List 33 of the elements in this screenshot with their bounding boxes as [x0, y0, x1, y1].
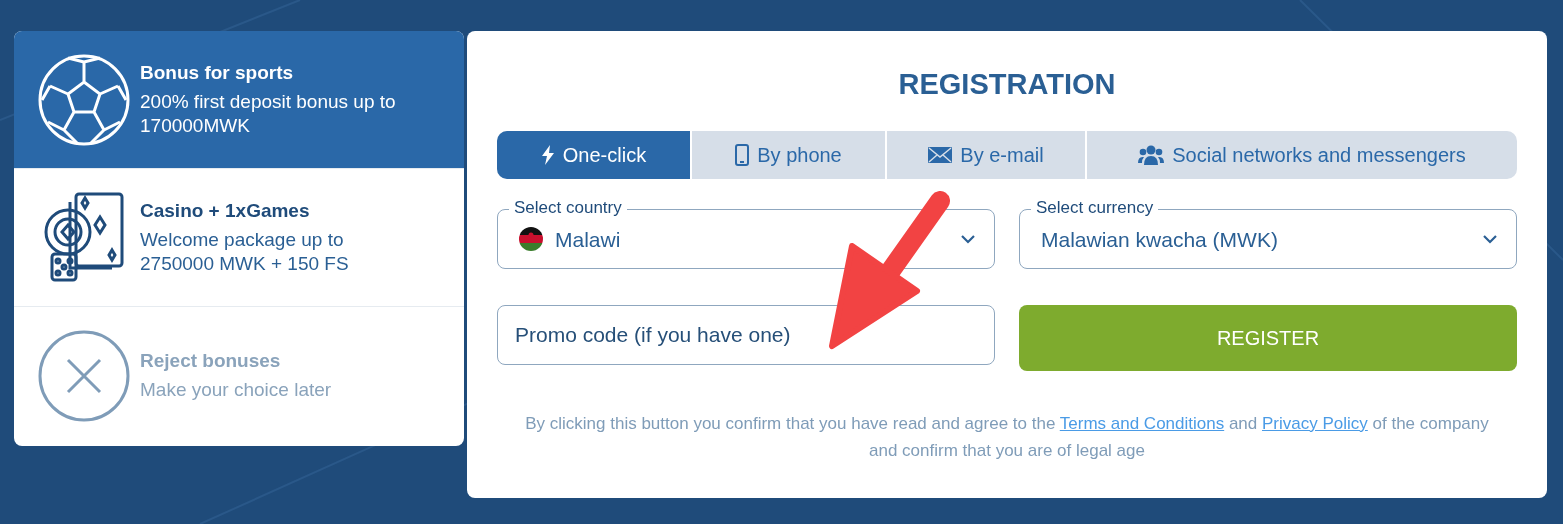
tab[interactable]: One-click [497, 131, 692, 179]
bonus-option[interactable]: Reject bonuses Make your choice later [14, 307, 464, 445]
people-icon [1138, 145, 1165, 165]
tab[interactable]: By e-mail [887, 131, 1087, 179]
phone-icon [735, 144, 750, 166]
close-icon [38, 330, 130, 422]
bonus-description: 200% first deposit bonus up to 170000MWK [140, 89, 397, 138]
chevron-down-icon [1483, 234, 1497, 244]
registration-title: REGISTRATION [897, 67, 1117, 102]
envelope-icon [928, 147, 953, 163]
bonus-description: Make your choice later [140, 378, 332, 402]
legal-link[interactable]: Privacy Policy [1262, 414, 1368, 433]
chevron-down-icon [961, 234, 975, 244]
tab[interactable]: By phone [692, 131, 887, 179]
bonus-option[interactable]: Bonus for sports 200% first deposit bonus up to 170000MWK [14, 31, 464, 169]
legal-notice: By clicking this button you confirm that you have read and agree to the Terms and Conditions and Privacy Policy of the company and confirm that you are of legal age [524, 413, 1490, 462]
bonus-option[interactable]: Casino + 1xGames Welcome package up to 2750000 MWK + 150 FS [14, 169, 464, 307]
bonus-description: Welcome package up to 2750000 MWK + 150 FS [140, 227, 350, 276]
lightning-icon [540, 145, 555, 165]
legal-link[interactable]: Terms and Conditions [1059, 414, 1225, 433]
field-label: Select country [509, 198, 627, 218]
tab[interactable]: Social networks and messengers [1087, 131, 1517, 179]
currency-select[interactable]: Select currency Malawian kwacha (MWK) [1019, 198, 1517, 269]
bonus-title: Reject bonuses [140, 350, 282, 372]
flag-icon [519, 227, 543, 251]
bonus-title: Bonus for sports [140, 61, 295, 84]
soccer-ball-icon [38, 53, 130, 146]
field-label: Select currency [1031, 198, 1159, 218]
register-button[interactable]: REGISTER [1019, 305, 1517, 371]
promo-code-field[interactable]: Promo code (if you have one) [497, 305, 995, 365]
bonus-title: Casino + 1xGames [140, 199, 311, 222]
casino-cards-icon [42, 191, 126, 284]
country-select[interactable]: Select country Malawi [497, 198, 995, 269]
